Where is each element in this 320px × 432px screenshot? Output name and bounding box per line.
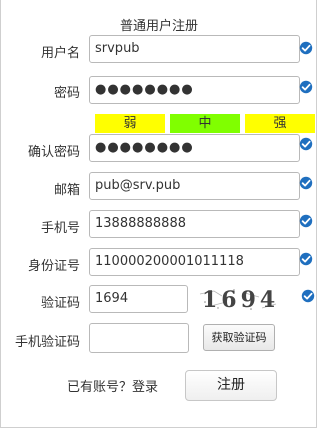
bottom-border <box>0 427 317 428</box>
check-circle-icon <box>299 176 313 190</box>
password-strength-weak: 弱 <box>95 114 165 133</box>
id-number-field[interactable]: 110000200001011118 <box>89 248 300 276</box>
username-field[interactable]: srvpub <box>89 35 300 63</box>
confirm-password-field[interactable]: ●●●●●●●● <box>89 134 300 162</box>
check-circle-icon <box>299 137 313 151</box>
captcha-field[interactable]: 1694 <box>89 285 188 313</box>
phone-label: 手机号 <box>40 221 80 236</box>
login-link[interactable]: 已有账号？登录 <box>67 376 158 395</box>
captcha-label: 验证码 <box>40 296 80 311</box>
captcha-image[interactable]: 1694 <box>196 284 282 314</box>
password-field[interactable]: ●●●●●●●● <box>89 76 300 104</box>
get-sms-code-button[interactable]: 获取验证码 <box>203 324 275 351</box>
register-button[interactable]: 注册 <box>185 370 277 401</box>
password-strength-medium: 中 <box>170 114 240 133</box>
right-border <box>316 0 317 428</box>
email-field[interactable]: pub@srv.pub <box>89 172 300 200</box>
phone-field[interactable]: 13888888888 <box>89 210 300 238</box>
sms-code-field[interactable] <box>89 323 189 353</box>
registration-page: 普通用户注册 用户名 srvpub 密码 ●●●●●●●● 弱 中 强 确认密码… <box>0 0 318 432</box>
check-circle-icon <box>299 252 313 266</box>
password-strength-strong: 强 <box>245 114 315 133</box>
check-circle-icon <box>301 289 315 303</box>
check-circle-icon <box>299 41 313 55</box>
id-number-label: 身份证号 <box>27 259 80 274</box>
sms-code-label: 手机验证码 <box>14 335 80 350</box>
captcha-text: 1694 <box>202 287 279 313</box>
check-circle-icon <box>299 80 313 94</box>
confirm-password-label: 确认密码 <box>27 145 80 160</box>
username-label: 用户名 <box>40 46 80 61</box>
email-label: 邮箱 <box>53 183 80 198</box>
check-circle-icon <box>299 214 313 228</box>
password-label: 密码 <box>53 86 80 101</box>
left-border <box>0 0 1 428</box>
page-title: 普通用户注册 <box>119 19 198 34</box>
